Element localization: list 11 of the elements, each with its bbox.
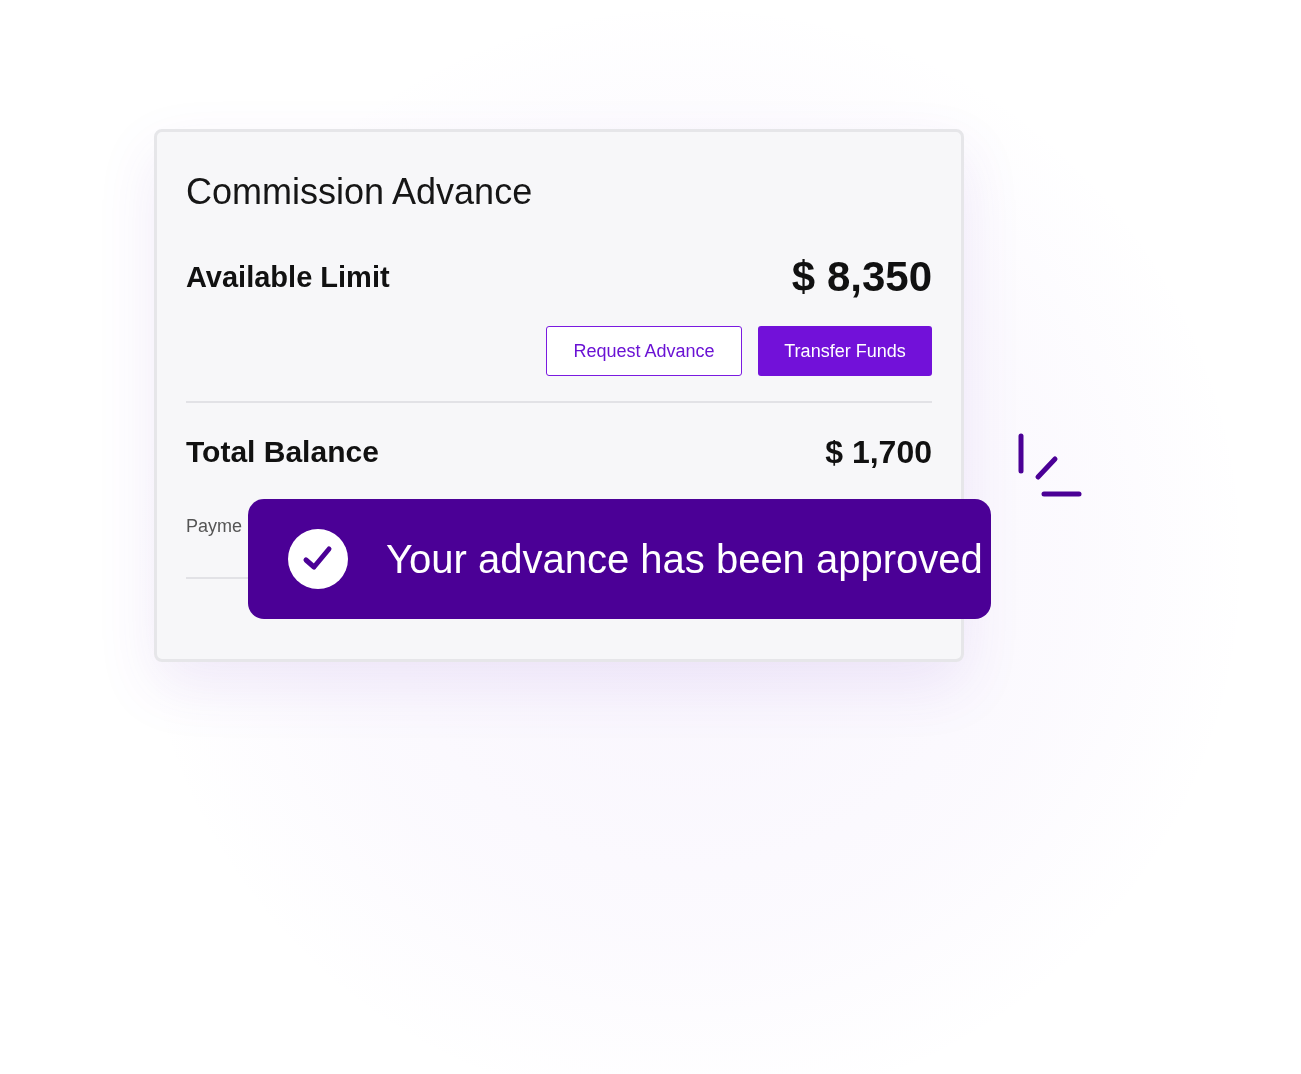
card-title: Commission Advance — [186, 170, 533, 214]
amount-value: $ 8,350 — [791, 251, 932, 302]
note-text: Payme — [186, 515, 243, 538]
row-label: Available Limit — [186, 259, 390, 295]
amount-value: $ 1,700 — [825, 432, 932, 472]
row-label: Total Balance — [186, 434, 379, 470]
transfer-funds-button[interactable]: Transfer Funds — [758, 326, 932, 376]
check-circle-icon — [288, 529, 348, 589]
request-advance-button[interactable]: Request Advance — [546, 326, 742, 376]
toast-message: Your advance has been approved — [386, 536, 983, 583]
sparkle-icon — [1016, 432, 1084, 498]
